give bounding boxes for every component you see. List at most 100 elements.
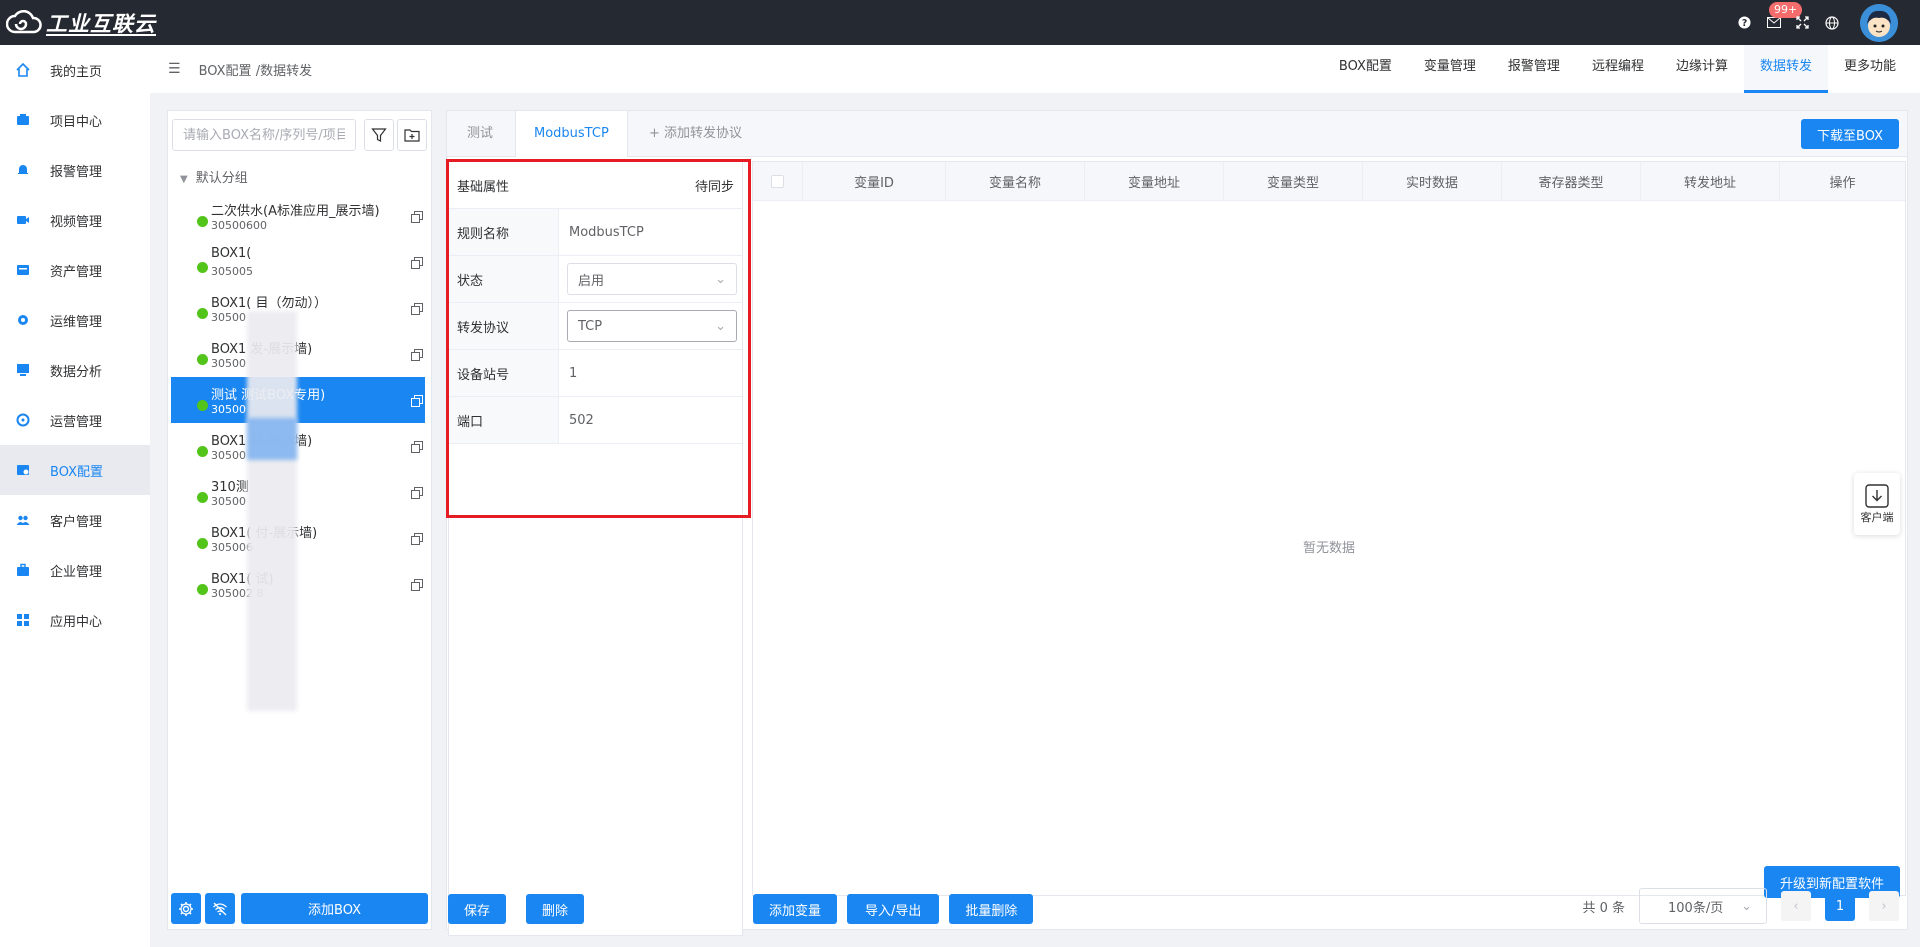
mail-icon[interactable]: 99+ [1759, 0, 1803, 45]
device-item[interactable]: 测试 测试BOX专用)30500 [171, 377, 425, 423]
sync-status: 待同步 [694, 179, 734, 195]
operation-icon [16, 413, 30, 427]
box-icon [16, 463, 30, 477]
device-item[interactable]: 310测 30500 [171, 469, 425, 515]
device-serial: 30500 [211, 357, 246, 370]
sidebar-item-4[interactable]: 资产管理 [0, 245, 150, 295]
tab-protocol-modbustcp[interactable]: ModbusTCP [515, 111, 628, 157]
next-page-button[interactable]: › [1869, 891, 1899, 921]
copy-icon[interactable] [411, 441, 423, 453]
device-item[interactable]: BOX1( 目（勿动）） 30500 [171, 285, 425, 331]
column-header: 寄存器类型 [1502, 162, 1641, 200]
status-value: 启用 [578, 273, 605, 289]
online-status-dot [197, 400, 208, 411]
sidebar-item-7[interactable]: 运营管理 [0, 395, 150, 445]
protocol-select[interactable]: TCP ⌄ [567, 310, 737, 342]
sidebar-item-label: 运维管理 [50, 314, 103, 330]
station-value[interactable]: 1 [559, 366, 742, 381]
status-select[interactable]: 启用 ⌄ [567, 263, 737, 295]
device-item[interactable]: BOX1(305005 [171, 239, 425, 285]
download-to-box-button[interactable]: 下载至BOX [1801, 119, 1899, 149]
globe-icon[interactable] [1817, 0, 1846, 45]
tab-6[interactable]: 更多功能 [1828, 45, 1912, 93]
column-header: 变量类型 [1224, 162, 1363, 200]
delete-button[interactable]: 删除 [526, 894, 585, 924]
tab-5[interactable]: 数据转发 [1743, 45, 1828, 93]
filter-button[interactable] [364, 119, 394, 151]
device-item[interactable]: BOX1( 付-展示墙)305006 [171, 515, 425, 561]
group-label[interactable]: ▼ 默认分组 [180, 167, 248, 186]
sidebar-item-6[interactable]: 数据分析 [0, 345, 150, 395]
asset-icon [16, 263, 30, 277]
select-all-checkbox[interactable] [753, 162, 803, 200]
wifi-off-button[interactable] [205, 893, 235, 924]
page-number[interactable]: 1 [1825, 891, 1855, 921]
column-header: 操作 [1829, 175, 1856, 191]
tab-1[interactable]: 变量管理 [1408, 45, 1492, 93]
tab-2[interactable]: 报警管理 [1492, 45, 1576, 93]
checkbox[interactable] [771, 174, 784, 188]
tab-protocol-test[interactable]: 测试 [447, 111, 513, 157]
sidebar-item-9[interactable]: 客户管理 [0, 495, 150, 545]
user-avatar[interactable] [1860, 3, 1898, 42]
menu-toggle-icon[interactable]: ☰ [168, 61, 181, 77]
column-header: 变量ID [803, 162, 946, 200]
help-icon[interactable]: ? [1730, 0, 1759, 45]
chart-icon [16, 363, 30, 377]
device-search-input[interactable] [172, 119, 356, 151]
sidebar-item-1[interactable]: 项目中心 [0, 95, 150, 145]
sidebar-item-label: 项目中心 [50, 114, 103, 130]
copy-icon[interactable] [411, 395, 423, 407]
device-item[interactable]: BOX1 发-展示墙)30500 [171, 331, 425, 377]
copy-icon[interactable] [411, 211, 423, 223]
port-value[interactable]: 502 [559, 413, 742, 428]
settings-button[interactable] [171, 893, 201, 924]
copy-icon[interactable] [411, 349, 423, 361]
device-item[interactable]: BOX1( 试) 305002 8 [171, 561, 425, 607]
tab-0[interactable]: BOX配置 [1323, 45, 1408, 93]
sidebar-item-3[interactable]: 视频管理 [0, 195, 150, 245]
total-count: 共 0 条 [1582, 900, 1625, 916]
briefcase-icon [16, 563, 30, 577]
copy-icon[interactable] [411, 303, 423, 315]
variable-table: 变量ID 变量名称 变量地址 变量类型 实时数据 寄存器类型 转发地址 操作 暂无数据 升级到… [752, 161, 1906, 898]
sidebar-item-10[interactable]: 企业管理 [0, 545, 150, 595]
column-header: 实时数据 [1363, 162, 1502, 200]
project-icon [16, 113, 30, 127]
batch-delete-button[interactable]: 批量删除 [949, 894, 1034, 924]
save-button[interactable]: 保存 [448, 894, 507, 924]
add-protocol-link[interactable]: + 添加转发协议 [629, 111, 762, 157]
client-download-widget[interactable]: 客户端 [1854, 473, 1900, 535]
sidebar-item-2[interactable]: 报警管理 [0, 145, 150, 195]
online-status-dot [197, 584, 208, 595]
rule-name-value[interactable]: ModbusTCP [559, 225, 742, 240]
copy-icon[interactable] [411, 257, 423, 269]
sidebar-item-8[interactable]: BOX配置 [0, 445, 150, 495]
device-item[interactable]: 二次供水(A标准应用_展示墙) 30500600 [171, 193, 425, 239]
sidebar-item-5[interactable]: 运维管理 [0, 295, 150, 345]
device-name: BOX1( [211, 246, 252, 261]
port-label: 端口 [449, 397, 559, 443]
station-label: 设备站号 [449, 350, 559, 396]
fullscreen-icon[interactable] [1788, 0, 1817, 45]
sidebar-item-0[interactable]: 我的主页 [0, 45, 150, 95]
column-header: 变量地址 [1085, 162, 1224, 200]
app-logo[interactable]: 工业互联云 [6, 6, 156, 40]
add-box-button[interactable]: 添加BOX [241, 893, 428, 924]
copy-icon[interactable] [411, 579, 423, 591]
client-label: 客户端 [1860, 511, 1894, 524]
copy-icon[interactable] [411, 533, 423, 545]
sidebar-item-11[interactable]: 应用中心 [0, 595, 150, 645]
add-folder-button[interactable] [397, 119, 427, 151]
copy-icon[interactable] [411, 487, 423, 499]
prev-page-button[interactable]: ‹ [1781, 891, 1811, 921]
device-name: BOX1( 目（勿动）） [211, 296, 327, 311]
add-variable-button[interactable]: 添加变量 [753, 894, 838, 924]
page-size-select[interactable]: 100条/页 ⌄ [1639, 888, 1767, 924]
import-export-button[interactable]: 导入/导出 [847, 894, 940, 924]
page-header: ☰ BOX配置 /数据转发 BOX配置 变量管理 报警管理 远程编程 边缘计算 数据转发更… [150, 45, 1920, 93]
protocol-value: TCP [578, 318, 603, 334]
device-item[interactable]: BOX1 联-展示墙)30500 [171, 423, 425, 469]
tab-4[interactable]: 边缘计算 [1660, 45, 1744, 93]
tab-3[interactable]: 远程编程 [1576, 45, 1660, 93]
